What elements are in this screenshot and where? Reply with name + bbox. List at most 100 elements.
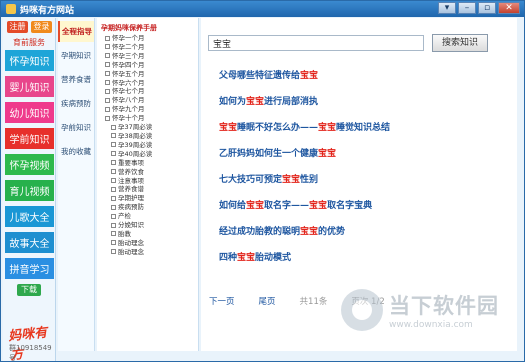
expand-icon[interactable] <box>111 240 116 246</box>
tree-item[interactable]: 注意事项 <box>97 177 198 186</box>
expand-icon[interactable] <box>111 142 116 148</box>
expand-icon[interactable] <box>111 151 116 157</box>
tree-item[interactable]: 怀孕一个月 <box>97 34 198 43</box>
keyword-highlight: 宝宝 <box>318 123 337 133</box>
expand-icon[interactable] <box>105 71 110 77</box>
article-link[interactable]: 七大技巧可预定宝宝性别 <box>219 172 499 198</box>
article-link[interactable]: 父母哪些特征遗传给宝宝 <box>219 68 499 94</box>
article-link[interactable]: 如何为宝宝进行局部消执 <box>219 94 499 120</box>
category-button[interactable]: 婴儿知识 <box>5 76 54 97</box>
expand-icon[interactable] <box>111 231 116 237</box>
expand-icon[interactable] <box>105 53 110 59</box>
article-text: 性别 <box>300 175 319 185</box>
qq-group-text: 群10918549号 <box>9 344 52 362</box>
category-button[interactable]: 学前知识 <box>5 128 54 149</box>
expand-icon[interactable] <box>105 35 110 41</box>
section-nav-item[interactable]: 我的收藏 <box>58 141 94 162</box>
expand-icon[interactable] <box>111 195 116 201</box>
last-page-link[interactable]: 尾页 <box>259 295 276 307</box>
expand-icon[interactable] <box>111 160 116 166</box>
close-button[interactable]: ✕ <box>498 2 520 14</box>
expand-icon[interactable] <box>111 178 116 183</box>
expand-icon[interactable] <box>111 186 116 192</box>
expand-icon[interactable] <box>111 249 116 255</box>
keyword-highlight: 宝宝 <box>246 201 265 211</box>
menu-button[interactable]: ▾ <box>438 2 456 14</box>
expand-icon[interactable] <box>111 204 116 210</box>
keyword-highlight: 宝宝 <box>219 123 238 133</box>
expand-icon[interactable] <box>111 124 116 130</box>
tree-item[interactable]: 胎动理念 <box>97 239 198 248</box>
tree-item[interactable]: 胎教 <box>97 230 198 239</box>
tree-item[interactable]: 怀孕四个月 <box>97 61 198 70</box>
tree-item[interactable]: 孕期护理 <box>97 194 198 203</box>
expand-icon[interactable] <box>105 88 110 94</box>
tree-item[interactable]: 怀孕二个月 <box>97 43 198 52</box>
article-link[interactable]: 四种宝宝胎动模式 <box>219 250 499 276</box>
search-button[interactable]: 搜索知识 <box>432 34 488 52</box>
section-nav-item[interactable]: 营养食谱 <box>58 69 94 90</box>
article-text: 乙肝妈妈如何生一个健康 <box>219 149 319 159</box>
section-nav-item[interactable]: 疾病预防 <box>58 93 94 114</box>
category-button[interactable]: 儿歌大全 <box>5 206 54 227</box>
category-button[interactable]: 怀孕知识 <box>5 50 54 71</box>
article-link[interactable]: 经过成功胎教的聪明宝宝的优势 <box>219 224 499 250</box>
tree-item[interactable]: 产检 <box>97 212 198 221</box>
section-nav-item[interactable]: 孕前知识 <box>58 117 94 138</box>
tree-item[interactable]: 孕39周必读 <box>97 141 198 150</box>
expand-icon[interactable] <box>105 97 110 103</box>
expand-icon[interactable] <box>111 133 116 139</box>
tree-item[interactable]: 怀孕九个月 <box>97 105 198 114</box>
section-nav-item[interactable]: 全程指导 <box>58 21 94 42</box>
tree-title[interactable]: 孕期妈咪保养手册 <box>101 23 198 33</box>
tree-item[interactable]: 胎动理念 <box>97 248 198 257</box>
expand-icon[interactable] <box>105 80 110 86</box>
window-title: 妈咪有方网站 <box>20 5 75 16</box>
expand-icon[interactable] <box>105 44 110 50</box>
tree-item[interactable]: 怀孕八个月 <box>97 96 198 105</box>
expand-icon[interactable] <box>111 169 116 175</box>
tree-item[interactable]: 营养饮食 <box>97 168 198 177</box>
tree-item[interactable]: 怀孕三个月 <box>97 52 198 61</box>
tree-item-label: 孕39周必读 <box>118 140 153 149</box>
tree-item[interactable]: 怀孕十个月 <box>97 114 198 123</box>
tree-item[interactable]: 怀孕七个月 <box>97 87 198 96</box>
article-link[interactable]: 宝宝睡眠不好怎么办——宝宝睡觉知识总结 <box>219 120 499 146</box>
article-link[interactable]: 如何给宝宝取名字——宝宝取名字宝典 <box>219 198 499 224</box>
title-bar[interactable]: 妈咪有方网站 ▾ – ▫ ✕ <box>1 1 524 17</box>
expand-icon[interactable] <box>105 62 110 68</box>
tree-item-label: 孕37周必读 <box>118 123 153 132</box>
tree-item[interactable]: 分娩知识 <box>97 221 198 230</box>
category-button[interactable]: 育儿视频 <box>5 180 54 201</box>
tree-item[interactable]: 孕40周必读 <box>97 150 198 159</box>
tree-item[interactable]: 疾病预防 <box>97 203 198 212</box>
category-button[interactable]: 怀孕视频 <box>5 154 54 175</box>
tree-item[interactable]: 怀孕五个月 <box>97 70 198 79</box>
expand-icon[interactable] <box>105 115 110 121</box>
tree-item[interactable]: 孕37周必读 <box>97 123 198 132</box>
section-nav-item[interactable]: 孕期知识 <box>58 45 94 66</box>
category-button[interactable]: 故事大全 <box>5 232 54 253</box>
tree-item-label: 怀孕二个月 <box>112 42 145 51</box>
next-page-link[interactable]: 下一页 <box>209 295 235 307</box>
tree-item[interactable]: 孕38周必读 <box>97 132 198 141</box>
expand-icon[interactable] <box>111 222 116 228</box>
article-text: 如何为 <box>219 97 247 107</box>
minimize-button[interactable]: – <box>458 2 476 14</box>
tree-item[interactable]: 营养食谱 <box>97 185 198 194</box>
category-button[interactable]: 拼音学习 <box>5 258 54 279</box>
expand-icon[interactable] <box>111 213 116 219</box>
register-button[interactable]: 注册 <box>7 21 28 33</box>
parent-service-link[interactable]: 育前服务 <box>3 37 55 48</box>
keyword-highlight: 宝宝 <box>300 227 319 237</box>
tree-item-label: 孕38周必读 <box>118 131 153 140</box>
maximize-button[interactable]: ▫ <box>478 2 496 14</box>
download-button[interactable]: 下载 <box>17 284 41 296</box>
tree-item[interactable]: 重要事项 <box>97 159 198 168</box>
article-link[interactable]: 乙肝妈妈如何生一个健康宝宝 <box>219 146 499 172</box>
search-input[interactable] <box>208 35 424 51</box>
category-button[interactable]: 幼儿知识 <box>5 102 54 123</box>
article-text: 七大技巧可预定 <box>219 175 283 185</box>
expand-icon[interactable] <box>105 106 110 112</box>
login-button[interactable]: 登录 <box>31 21 52 33</box>
